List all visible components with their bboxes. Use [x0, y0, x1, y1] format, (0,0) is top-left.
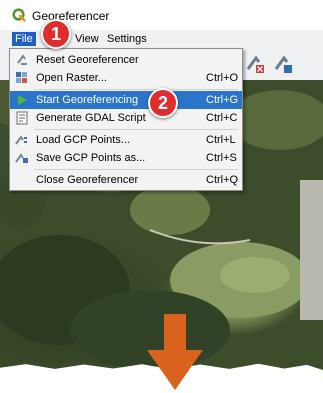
menu-separator	[34, 129, 238, 130]
menu-item-start-georeferencing[interactable]: Start Georeferencing Ctrl+G	[10, 91, 242, 109]
script-icon	[16, 111, 28, 125]
load-gcp-icon	[15, 135, 27, 145]
step-1-badge: 1	[41, 19, 71, 49]
menu-view[interactable]: View	[72, 32, 102, 46]
play-icon	[18, 95, 27, 105]
menu-settings[interactable]: Settings	[104, 32, 150, 46]
menu-item-load-gcp-points[interactable]: Load GCP Points... Ctrl+L	[10, 131, 242, 149]
qgis-logo-icon	[12, 8, 26, 22]
delete-gcp-icon[interactable]	[246, 54, 266, 74]
reset-icon	[17, 54, 27, 65]
menu-item-save-gcp-points[interactable]: Save GCP Points as... Ctrl+S	[10, 149, 242, 167]
move-gcp-icon[interactable]	[274, 54, 294, 74]
menu-item-close-georeferencer[interactable]: Close Georeferencer Ctrl+Q	[10, 171, 242, 189]
menu-item-generate-gdal-script[interactable]: Generate GDAL Script Ctrl+C	[10, 109, 242, 127]
menu-file[interactable]: File	[12, 32, 36, 46]
file-menu-dropdown: Reset Georeferencer Open Raster... Ctrl+…	[9, 48, 243, 191]
save-gcp-icon	[15, 153, 28, 163]
menu-item-reset-georeferencer[interactable]: Reset Georeferencer	[10, 51, 242, 69]
open-raster-icon	[16, 72, 27, 83]
window-title: Georeferencer	[32, 9, 110, 23]
step-2-badge: 2	[148, 88, 178, 118]
down-arrow-icon	[147, 314, 203, 390]
menu-separator	[34, 89, 238, 90]
menu-separator	[34, 169, 238, 170]
menu-item-open-raster[interactable]: Open Raster... Ctrl+O	[10, 69, 242, 87]
